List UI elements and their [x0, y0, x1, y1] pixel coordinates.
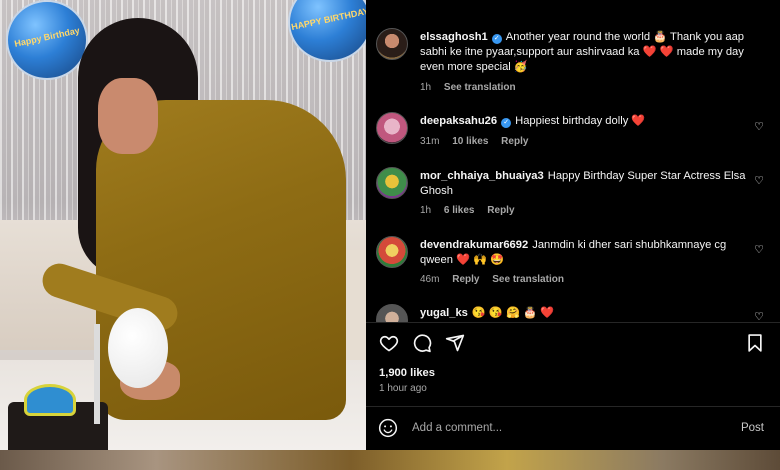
comment-item: elssaghosh1 ✓ Another year round the world… [376, 28, 776, 98]
comment-time: 1h [420, 82, 432, 93]
send-icon[interactable] [445, 333, 465, 353]
avatar[interactable] [376, 167, 408, 199]
reply-button[interactable]: Reply [501, 136, 528, 147]
post-actions [366, 322, 780, 363]
comment-body: devendrakumar6692 Janmdin ki dher sari sh… [420, 238, 746, 268]
comment-username[interactable]: elssaghosh1 [420, 31, 488, 43]
comment-meta: 31m 10 likes Reply [420, 136, 538, 147]
emoji-icon[interactable] [378, 418, 398, 438]
reply-button[interactable]: Reply [487, 205, 514, 216]
comment-body: yugal_ks 😘 😘 🤗 🎂 ❤️ [420, 306, 746, 321]
add-comment-input[interactable]: Add a comment... [412, 422, 502, 434]
white-balloon [108, 308, 168, 388]
post-button[interactable]: Post [741, 422, 764, 434]
comment-time: 46m [420, 274, 440, 285]
birthday-balloon-left: Happy Birthday [6, 0, 88, 80]
comment-meta: 46m Reply See translation [420, 274, 574, 285]
background-photo-strip [0, 450, 780, 470]
balloon-right-text: HAPPY BIRTHDAY [290, 6, 366, 33]
verified-badge-icon: ✓ [491, 34, 502, 44]
post-photo[interactable]: Happy Birthday HAPPY BIRTHDAY [0, 0, 366, 450]
bookmark-icon[interactable] [745, 333, 765, 353]
comment-item: yugal_ks 😘 😘 🤗 🎂 ❤️ ♡ [376, 304, 776, 322]
avatar[interactable] [376, 112, 408, 144]
add-comment-bar: Add a comment... Post [366, 406, 780, 451]
balloon-left-text: Happy Birthday [13, 25, 81, 50]
reply-button[interactable]: Reply [452, 274, 479, 285]
comment-item: devendrakumar6692 Janmdin ki dher sari sh… [376, 236, 776, 291]
avatar[interactable] [376, 236, 408, 268]
comment-time: 31m [420, 136, 440, 147]
comment-like-heart-icon[interactable]: ♡ [754, 174, 764, 187]
comments-panel: elssaghosh1 ✓ Another year round the world… [366, 0, 780, 450]
likes-count[interactable]: 1,900 likes [379, 367, 435, 379]
posted-time: 1 hour ago [379, 383, 427, 394]
see-translation-link[interactable]: See translation [444, 82, 516, 93]
comment-likes[interactable]: 10 likes [452, 136, 488, 147]
comment-item: deepaksahu26 ✓ Happiest birthday dolly ❤️ … [376, 112, 776, 152]
comment-thread[interactable]: elssaghosh1 ✓ Another year round the world… [366, 0, 780, 322]
sparkler-candle [94, 324, 100, 424]
comment-username[interactable]: deepaksahu26 [420, 115, 497, 127]
heart-icon[interactable] [379, 333, 399, 353]
comment-username[interactable]: yugal_ks [420, 307, 468, 319]
comment-like-heart-icon[interactable]: ♡ [754, 310, 764, 322]
comment-icon[interactable] [412, 333, 432, 353]
person-face [98, 78, 158, 154]
comment-body: elssaghosh1 ✓ Another year round the world… [420, 30, 746, 75]
cake-topper [24, 384, 76, 416]
comment-like-heart-icon[interactable]: ♡ [754, 120, 764, 133]
comment-text: 😘 😘 🤗 🎂 ❤️ [471, 307, 554, 319]
avatar[interactable] [376, 28, 408, 60]
comment-body: deepaksahu26 ✓ Happiest birthday dolly ❤️ [420, 114, 746, 129]
avatar[interactable] [376, 304, 408, 322]
verified-badge-icon: ✓ [501, 118, 512, 128]
comment-username[interactable]: mor_chhaiya_bhuaiya3 [420, 170, 544, 182]
see-translation-link[interactable]: See translation [492, 274, 564, 285]
comment-meta: 1h See translation [420, 82, 526, 93]
comment-username[interactable]: devendrakumar6692 [420, 239, 528, 251]
comment-time: 1h [420, 205, 432, 216]
comment-likes[interactable]: 6 likes [444, 205, 475, 216]
comment-item: mor_chhaiya_bhuaiya3 Happy Birthday Super… [376, 167, 776, 222]
comment-text: Happiest birthday dolly ❤️ [515, 115, 646, 127]
comment-meta: 1h 6 likes Reply [420, 205, 525, 216]
comment-like-heart-icon[interactable]: ♡ [754, 243, 764, 256]
comment-body: mor_chhaiya_bhuaiya3 Happy Birthday Super… [420, 169, 746, 199]
